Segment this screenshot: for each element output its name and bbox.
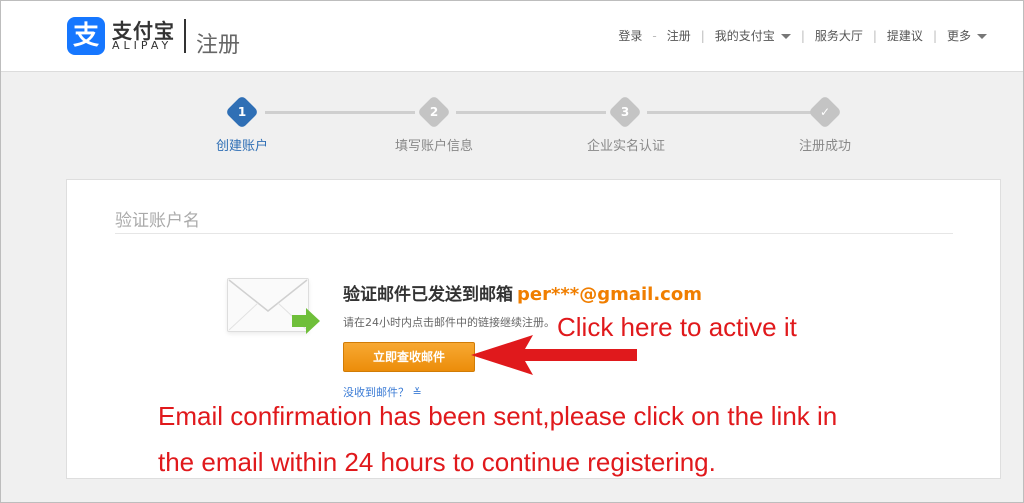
logo-divider [184,19,186,53]
step-1-label: 创建账户 [215,139,268,154]
caret-down-icon [977,34,987,39]
registration-stepper: 1 2 3 ✓ 创建账户 填写账户信息 企业实名认证 注册成功 [1,95,1024,157]
annotation-line-1: Email confirmation has been sent,please … [158,401,838,431]
card-divider [115,233,953,234]
nav-separator: | [872,28,877,43]
step-1-marker: 1 [225,95,259,129]
nav-more-label: 更多 [946,29,971,43]
step-4-label: 注册成功 [798,139,851,154]
masked-email: per***@gmail.com [517,284,702,305]
nav-separator: | [700,28,705,43]
nav-register-link[interactable]: 注册 [667,27,691,44]
double-chevron-down-icon: ≚ [409,386,422,399]
not-received-link[interactable]: 没收到邮件？ ≚ [343,384,422,400]
annotation-click-here: Click here to active it [557,312,797,342]
step-4-marker: ✓ [808,95,842,129]
nav-separator: - [652,28,657,43]
not-received-label: 没收到邮件？ [343,386,409,399]
annotation-line-2: the email within 24 hours to continue re… [158,447,716,477]
nav-more-menu[interactable]: 更多 [947,27,987,44]
top-nav: 登录 - 注册 | 我的支付宝 | 服务大厅 | 提建议 | 更多 [618,27,987,44]
envelope-icon [227,278,320,334]
logo-text-en: ALIPAY [112,39,173,52]
nav-login-link[interactable]: 登录 [618,27,642,44]
nav-separator: | [932,28,937,43]
step-connector [647,111,812,114]
nav-separator: | [800,28,805,43]
step-number: 2 [429,105,439,119]
nav-my-alipay-menu[interactable]: 我的支付宝 [715,27,791,44]
check-icon: ✓ [819,105,831,119]
step-connector [265,111,415,114]
caret-down-icon [780,34,791,39]
step-connector [456,111,606,114]
email-hint-text: 请在24小时内点击邮件中的链接继续注册。 [343,316,555,329]
step-3-label: 企业实名认证 [586,139,665,154]
step-2-marker: 2 [417,95,451,129]
nav-feedback-link[interactable]: 提建议 [887,27,923,44]
envelope-arrow-graphic [228,279,320,334]
verify-card: 验证账户名 验证邮件已发送到邮箱 per***@gmail.com 请在24小时内… [66,179,1001,479]
page-title: 注册 [196,33,241,58]
card-title: 验证账户名 [115,211,200,231]
top-header: 支 支付宝 ALIPAY 注册 登录 - 注册 | 我的支付宝 | 服务大厅 |… [1,1,1023,72]
step-3-marker: 3 [608,95,642,129]
nav-service-hall-link[interactable]: 服务大厅 [815,27,863,44]
step-number: 3 [620,105,630,119]
email-sent-text: 验证邮件已发送到邮箱 [343,285,513,305]
step-number: 1 [237,105,247,119]
check-email-button[interactable]: 立即查收邮件 [343,342,475,372]
nav-my-alipay-label: 我的支付宝 [714,29,775,43]
email-sent-heading: 验证邮件已发送到邮箱 per***@gmail.com [343,280,702,305]
step-2-label: 填写账户信息 [394,139,473,154]
alipay-logo-icon[interactable]: 支 [67,17,105,55]
